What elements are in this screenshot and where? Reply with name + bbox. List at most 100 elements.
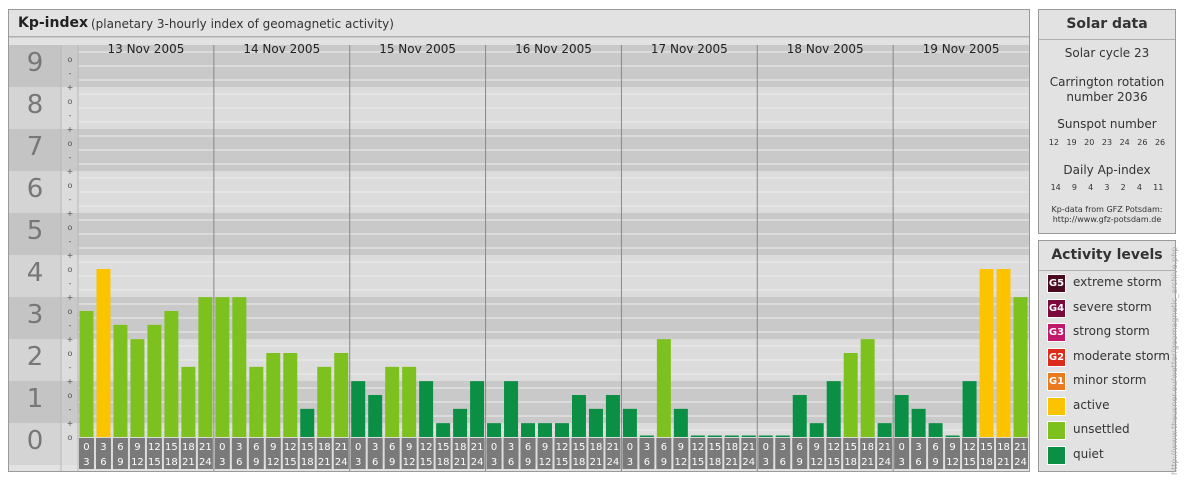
legend-item-extreme-storm: G5 extreme storm [1047,274,1175,293]
kp-bar-plot: o+-o+-o+-o+-o+-o+-o+-o+-o+-o0123456789 13… [9,36,1029,471]
thirds-marker: + [67,419,74,428]
thirds-marker: + [67,251,74,260]
interval-end-label: 18 [844,457,857,468]
kp-bar [928,423,943,437]
ap-value: 4 [1088,183,1094,192]
thirds-marker: + [67,83,74,92]
ap-value: 3 [1104,183,1110,192]
interval-end-label: 12 [539,457,552,468]
day-label: 14 Nov 2005 [243,42,320,56]
interval-start-label: 15 [844,442,857,453]
sunspot-value: 12 [1048,138,1059,147]
interval-start-label: 9 [270,442,276,453]
interval-start-label: 9 [406,442,412,453]
kp-bar [792,395,807,437]
kp-bar [1013,297,1028,437]
day-label: 18 Nov 2005 [787,42,864,56]
kp-bar [962,381,977,437]
legend-label: severe storm [1073,299,1152,314]
kp-bar [690,435,705,437]
sunspot-label: Sunspot number [1057,117,1157,131]
kp-bar [147,324,162,437]
activity-levels-title: Activity levels [1039,241,1175,271]
interval-end-label: 21 [454,457,467,468]
interval-end-label: 12 [946,457,959,468]
y-tick-label: 3 [27,300,44,330]
kp-bar [181,366,196,437]
legend-swatch: G4 [1047,298,1066,318]
kp-bar [741,435,756,437]
ap-values: 14 9 4 3 2 4 11 [1039,183,1175,192]
interval-end-label: 21 [997,457,1010,468]
thirds-marker: o [68,433,73,442]
kp-bar [996,269,1011,437]
interval-start-label: 6 [253,442,259,453]
kp-bar [843,353,858,437]
y-tick-label: 2 [27,342,44,372]
thirds-marker: o [68,181,73,190]
kp-bar [809,423,824,437]
source-credit: http://www.theusner.eu/wetter/geomagneti… [1170,246,1179,475]
activity-levels-panel: Activity levels G5 extreme storm G4 severe … [1038,240,1176,472]
kp-bar [351,381,366,437]
interval-end-label: 9 [389,457,395,468]
kp-bar [707,435,722,437]
interval-end-label: 15 [148,457,161,468]
interval-start-label: 3 [915,442,921,453]
interval-start-label: 18 [997,442,1010,453]
interval-start-label: 0 [898,442,904,453]
kp-bar [113,324,128,437]
legend-swatch [1047,421,1066,440]
interval-start-label: 15 [573,442,586,453]
source-link[interactable]: http://www.gfz-potsdam.de [1039,215,1175,225]
interval-start-label: 3 [372,442,378,453]
interval-start-label: 6 [525,442,531,453]
interval-end-label: 15 [691,457,704,468]
thirds-marker: o [68,349,73,358]
sunspot-value: 24 [1119,138,1130,147]
kp-bar [368,395,383,437]
interval-end-label: 24 [742,457,755,468]
interval-start-label: 21 [878,442,891,453]
ap-value: 9 [1071,183,1078,192]
kp-bar [164,311,179,437]
kp-bar [860,339,875,437]
y-tick-label: 6 [27,174,44,204]
interval-start-label: 3 [508,442,514,453]
thirds-marker: o [68,307,73,316]
kp-bar [283,353,298,437]
interval-start-label: 21 [607,442,620,453]
interval-start-label: 18 [318,442,331,453]
interval-start-label: 0 [627,442,633,453]
interval-start-label: 3 [780,442,786,453]
kp-bar [605,395,620,437]
kp-bar [979,269,994,437]
y-tick-label: 0 [27,426,44,456]
interval-start-label: 21 [742,442,755,453]
sunspot-values: 12 19 20 23 24 26 26 [1039,138,1175,147]
thirds-marker: + [67,125,74,134]
interval-end-label: 24 [878,457,891,468]
interval-start-label: 18 [454,442,467,453]
thirds-marker: + [67,377,74,386]
legend-item-unsettled: unsettled [1047,421,1175,440]
day-label: 15 Nov 2005 [379,42,456,56]
kp-bar [555,423,569,437]
interval-start-label: 9 [678,442,684,453]
sunspot-value: 23 [1101,138,1113,147]
y-tick-label: 7 [27,132,44,162]
interval-end-label: 21 [182,457,195,468]
day-label: 17 Nov 2005 [651,42,728,56]
interval-end-label: 12 [674,457,687,468]
legend-swatch: G1 [1047,372,1066,391]
kp-bar [249,366,264,437]
interval-start-label: 6 [797,442,803,453]
interval-end-label: 9 [253,457,259,468]
legend-swatch: G3 [1047,323,1066,342]
interval-start-label: 18 [590,442,603,453]
kp-bar [317,366,332,437]
kp-bar [402,366,417,437]
y-tick-label: 1 [27,384,44,414]
interval-start-label: 12 [827,442,840,453]
thirds-marker: + [67,293,74,302]
